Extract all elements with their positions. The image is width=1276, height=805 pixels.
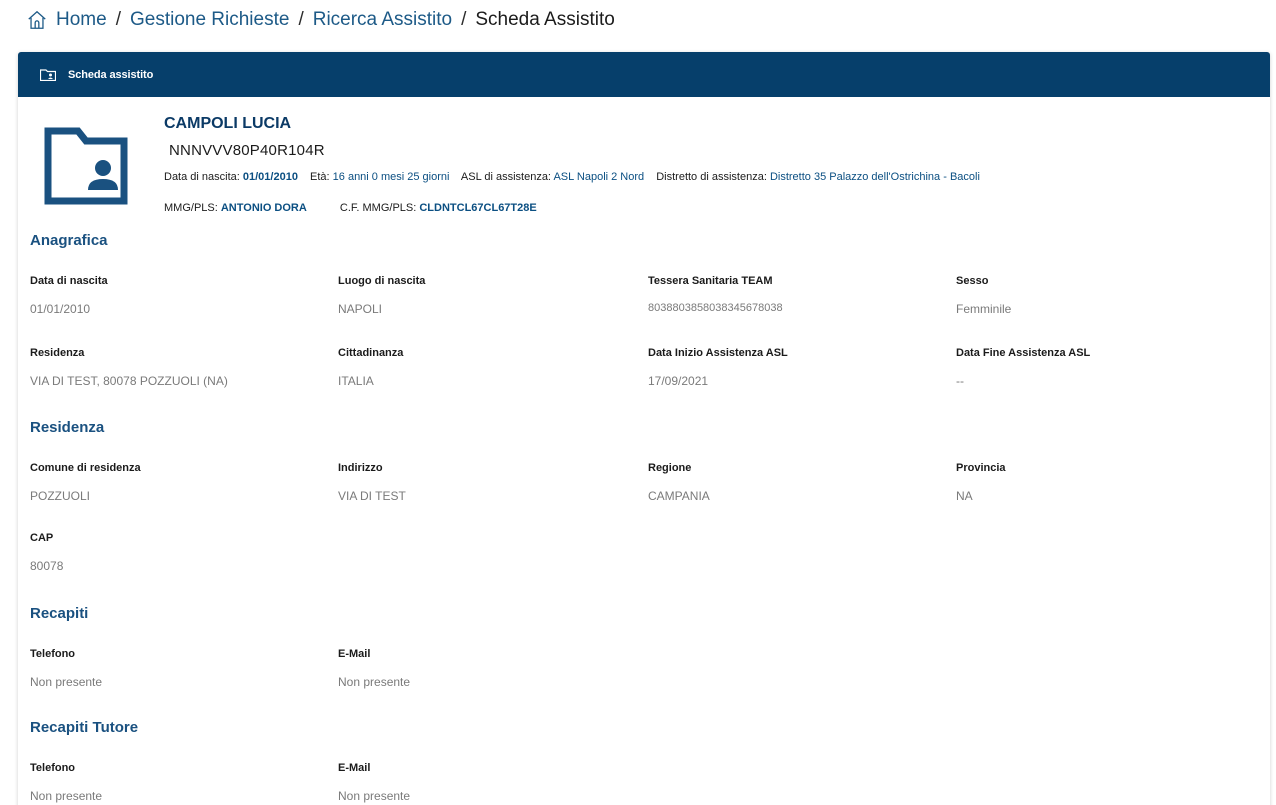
breadcrumb-current: Scheda Assistito	[475, 9, 615, 30]
field-value-data-nascita: 01/01/2010	[30, 302, 91, 316]
field-value-cap: 80078	[30, 559, 64, 573]
field-label-email: E-Mail	[338, 648, 371, 660]
field-value-cittadinanza: ITALIA	[338, 374, 374, 388]
patient-card: Scheda assistito CAMPOLI LUCIA NNNVVV80P…	[18, 52, 1270, 805]
cf-mmg-label: C.F. MMG/PLS:	[339, 202, 417, 214]
field-label-regione: Regione	[648, 462, 692, 474]
field-label-data-fine-asl: Data Fine Assistenza ASL	[956, 347, 1091, 359]
field-value-regione: CAMPANIA	[648, 489, 710, 503]
breadcrumb-link-gestione-richieste[interactable]: Gestione Richieste	[130, 9, 289, 31]
home-icon[interactable]	[26, 9, 48, 31]
field-label-sesso: Sesso	[956, 275, 989, 287]
field-label-data-inizio-asl: Data Inizio Assistenza ASL	[648, 347, 788, 359]
age-value: 16 anni 0 mesi 25 giorni	[332, 171, 450, 183]
field-label-email-tutore: E-Mail	[338, 762, 371, 774]
breadcrumb-link-ricerca-assistito[interactable]: Ricerca Assistito	[313, 9, 452, 31]
field-value-residenza: VIA DI TEST, 80078 POZZUOLI (NA)	[30, 374, 228, 388]
patient-name: CAMPOLI LUCIA	[164, 115, 292, 132]
patient-mmg-line: MMG/PLS: ANTONIO DORA C.F. MMG/PLS: CLDN…	[164, 202, 546, 214]
field-value-comune: POZZUOLI	[30, 489, 91, 503]
breadcrumb-separator: /	[461, 9, 467, 30]
field-label-cap: CAP	[30, 532, 54, 544]
age-label: Età:	[310, 171, 330, 183]
field-value-tessera-sanitaria: 80388038580383456780​38	[648, 302, 783, 314]
section-title-recapiti-tutore: Recapiti Tutore	[30, 719, 139, 736]
folder-user-icon	[40, 68, 56, 81]
district-label: Distretto di assistenza:	[656, 171, 767, 183]
field-value-indirizzo: VIA DI TEST	[338, 489, 406, 503]
breadcrumb-separator: /	[115, 9, 121, 30]
field-value-email-tutore: Non presente	[338, 789, 411, 803]
field-label-residenza: Residenza	[30, 347, 85, 359]
asl-label: ASL di assistenza:	[460, 171, 551, 183]
field-label-comune: Comune di residenza	[30, 462, 141, 474]
field-label-cittadinanza: Cittadinanza	[338, 347, 404, 359]
patient-info-line: Data di nascita: 01/01/2010 Età: 16 anni…	[164, 171, 989, 183]
field-label-provincia: Provincia	[956, 462, 1006, 474]
breadcrumb-link-home[interactable]: Home	[56, 9, 107, 31]
section-title-recapiti: Recapiti	[30, 605, 89, 622]
field-value-sesso: Femminile	[956, 302, 1012, 316]
section-title-residenza: Residenza	[30, 419, 105, 436]
field-label-tessera-sanitaria: Tessera Sanitaria TEAM	[648, 275, 773, 287]
field-value-data-inizio-asl: 17/09/2021	[648, 374, 709, 388]
field-value-provincia: NA	[956, 489, 973, 503]
patient-codice-fiscale: NNNVVV80P40R104R	[169, 142, 325, 159]
patient-folder-icon	[44, 127, 128, 205]
field-value-luogo-nascita: NAPOLI	[338, 302, 383, 316]
field-label-data-nascita: Data di nascita	[30, 275, 108, 287]
field-value-email: Non presente	[338, 675, 411, 689]
birth-date-label: Data di nascita:	[164, 171, 240, 183]
birth-date-value: 01/01/2010	[242, 171, 298, 183]
section-title-anagrafica: Anagrafica	[30, 232, 108, 249]
breadcrumb: Home / Gestione Richieste / Ricerca Assi…	[26, 6, 615, 34]
field-label-luogo-nascita: Luogo di nascita	[338, 275, 426, 287]
cf-mmg-value: CLDNTCL67CL67T28E	[419, 202, 537, 214]
field-label-telefono-tutore: Telefono	[30, 762, 76, 774]
mmg-label: MMG/PLS:	[164, 202, 218, 214]
field-value-telefono-tutore: Non presente	[30, 789, 103, 803]
district-value: Distretto 35 Palazzo dell'Ostrichina - B…	[769, 171, 980, 183]
field-value-data-fine-asl: --	[956, 374, 964, 388]
card-header: Scheda assistito	[18, 52, 1270, 97]
asl-value: ASL Napoli 2 Nord	[553, 171, 645, 183]
field-label-telefono: Telefono	[30, 648, 76, 660]
field-label-indirizzo: Indirizzo	[338, 462, 383, 474]
mmg-value: ANTONIO DORA	[220, 202, 307, 214]
card-title: Scheda assistito	[68, 68, 154, 81]
breadcrumb-separator: /	[298, 9, 304, 30]
field-value-telefono: Non presente	[30, 675, 103, 689]
